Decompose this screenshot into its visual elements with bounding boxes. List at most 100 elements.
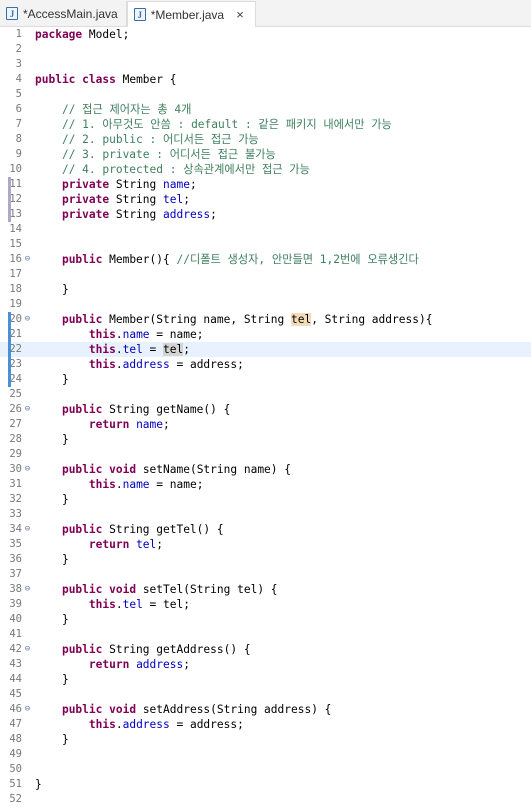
code-line[interactable]: 9 // 3. private : 어디서든 접근 불가능	[0, 147, 531, 162]
keyword-token: package	[35, 28, 83, 41]
keyword-token: void	[109, 463, 137, 476]
code-line[interactable]: 5	[0, 87, 531, 102]
code-line[interactable]: 1 package Model;	[0, 27, 531, 42]
code-line[interactable]: 41	[0, 627, 531, 642]
tab-member[interactable]: J *Member.java ×	[126, 1, 257, 27]
line-number: 17	[9, 268, 22, 280]
line-number: 29	[9, 448, 22, 460]
code-token: }	[35, 283, 69, 296]
code-line[interactable]: 32 }	[0, 492, 531, 507]
close-icon[interactable]: ×	[233, 7, 247, 22]
code-line[interactable]: 25	[0, 387, 531, 402]
comment-token: //디폴트 생성자, 안만들면 1,2번에 오류생긴다	[176, 253, 419, 266]
code-line[interactable]: 48 }	[0, 732, 531, 747]
code-text: }	[35, 282, 69, 297]
code-line[interactable]: 12 private String tel;	[0, 192, 531, 207]
code-line[interactable]: 35 return tel;	[0, 537, 531, 552]
comment-token: // 1. 아무것도 안씀 : default : 같은 패키지 내에서만 가능	[61, 118, 392, 131]
code-line[interactable]: 29	[0, 447, 531, 462]
field-token: name	[136, 418, 164, 431]
code-line[interactable]: 16 ⊖ public Member(){ //디폴트 생성자, 안만들면 1,2…	[0, 252, 531, 267]
code-line[interactable]: 19	[0, 297, 531, 312]
fold-collapse-icon[interactable]: ⊖	[23, 252, 32, 267]
code-line[interactable]: 4 public class Member {	[0, 72, 531, 87]
code-line[interactable]: 50	[0, 762, 531, 777]
code-text: }	[35, 492, 69, 507]
code-token: String getAddress() {	[102, 643, 251, 656]
code-line[interactable]: 27 return name;	[0, 417, 531, 432]
fold-collapse-icon[interactable]: ⊖	[23, 402, 32, 417]
code-line[interactable]: 36 }	[0, 552, 531, 567]
code-line[interactable]: 28 }	[0, 432, 531, 447]
code-line[interactable]: 51}	[0, 777, 531, 792]
code-line[interactable]: 6 // 접근 제어자는 총 4개	[0, 102, 531, 117]
code-line[interactable]: 30 ⊖ public void setName(String name) {	[0, 462, 531, 477]
code-line[interactable]: 34 ⊖ public String getTel() {	[0, 522, 531, 537]
code-line[interactable]: 43 return address;	[0, 657, 531, 672]
fold-collapse-icon[interactable]: ⊖	[23, 582, 32, 597]
line-number: 3	[15, 58, 22, 70]
code-line[interactable]: 17	[0, 267, 531, 282]
fold-collapse-icon[interactable]: ⊖	[23, 702, 32, 717]
code-line[interactable]: 37	[0, 567, 531, 582]
code-line[interactable]: 7 // 1. 아무것도 안씀 : default : 같은 패키지 내에서만 …	[0, 117, 531, 132]
code-line[interactable]: 22 this.tel = tel;	[0, 342, 531, 357]
keyword-token: public	[61, 523, 103, 536]
code-line[interactable]: 24 }	[0, 372, 531, 387]
fold-collapse-icon[interactable]: ⊖	[23, 642, 32, 657]
tab-accessmain[interactable]: J *AccessMain.java	[0, 1, 127, 26]
code-line[interactable]: 13 private String address;	[0, 207, 531, 222]
code-line[interactable]: 21 this.name = name;	[0, 327, 531, 342]
code-line[interactable]: 45	[0, 687, 531, 702]
code-line[interactable]: 52	[0, 792, 531, 807]
code-line[interactable]: 49	[0, 747, 531, 762]
code-line[interactable]: 8 // 2. public : 어디서든 접근 가능	[0, 132, 531, 147]
code-line[interactable]: 18 }	[0, 282, 531, 297]
line-number: 32	[9, 493, 22, 505]
fold-collapse-icon[interactable]: ⊖	[23, 312, 32, 327]
code-line[interactable]: 39 this.tel = tel;	[0, 597, 531, 612]
code-line[interactable]: 31 this.name = name;	[0, 477, 531, 492]
code-line[interactable]: 11 private String name;	[0, 177, 531, 192]
keyword-token: void	[109, 583, 137, 596]
code-line[interactable]: 15	[0, 237, 531, 252]
code-line[interactable]: 46 ⊖ public void setAddress(String addres…	[0, 702, 531, 717]
code-text: // 접근 제어자는 총 4개	[35, 102, 192, 117]
code-line[interactable]: 10 // 4. protected : 상속관계에서만 접근 가능	[0, 162, 531, 177]
line-number: 30	[9, 463, 22, 475]
fold-collapse-icon[interactable]: ⊖	[23, 462, 32, 477]
code-token: }	[35, 673, 69, 686]
code-line[interactable]: 47 this.address = address;	[0, 717, 531, 732]
code-editor[interactable]: 1 package Model; 2 3 4 public class Member {5…	[0, 26, 531, 809]
keyword-token: this	[88, 478, 116, 491]
code-line[interactable]: 14	[0, 222, 531, 237]
code-text: public String getName() {	[35, 402, 230, 417]
code-text: this.tel = tel;	[35, 597, 190, 612]
field-token: address	[122, 718, 170, 731]
code-line[interactable]: 44 }	[0, 672, 531, 687]
code-line[interactable]: 2	[0, 42, 531, 57]
code-line[interactable]: 40 }	[0, 612, 531, 627]
code-line[interactable]: 38 ⊖ public void setTel(String tel) {	[0, 582, 531, 597]
code-line[interactable]: 23 this.address = address;	[0, 357, 531, 372]
line-number: 52	[9, 793, 22, 805]
line-number: 18	[9, 283, 22, 295]
code-line[interactable]: 26 ⊖ public String getName() {	[0, 402, 531, 417]
code-line[interactable]: 3	[0, 57, 531, 72]
code-text: // 2. public : 어디서든 접근 가능	[35, 132, 259, 147]
code-token: String	[109, 178, 163, 191]
fold-collapse-icon[interactable]: ⊖	[23, 522, 32, 537]
code-line[interactable]: 42 ⊖ public String getAddress() {	[0, 642, 531, 657]
code-token: }	[35, 493, 69, 506]
code-line[interactable]: 20 ⊖ public Member(String name, String te…	[0, 312, 531, 327]
code-token: .	[115, 328, 123, 341]
line-number: 42	[9, 643, 22, 655]
code-token: = address;	[169, 358, 244, 371]
code-line[interactable]: 33	[0, 507, 531, 522]
